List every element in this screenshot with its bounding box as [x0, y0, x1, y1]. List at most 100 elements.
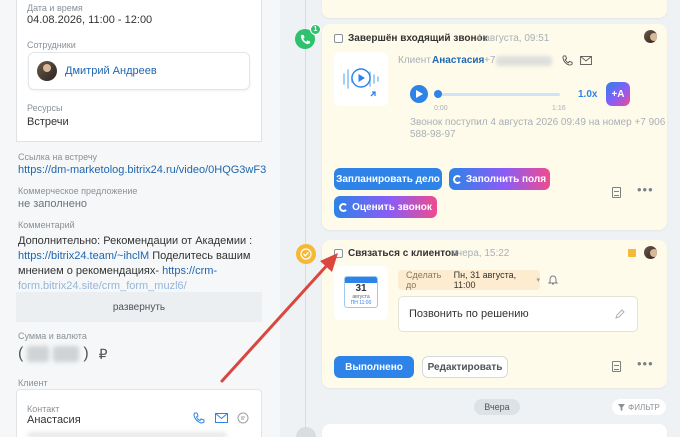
check-icon — [300, 248, 312, 260]
comment-text: Дополнительно: Рекомендации от Академии … — [18, 234, 268, 294]
booking-block: Дата и время 04.08.2026, 11:00 - 12:00 С… — [16, 0, 262, 142]
plan-activity-button[interactable]: Запланировать дело — [334, 168, 442, 190]
task-activity-card: Связаться с клиентом вчера, 15:22 31 авг… — [322, 240, 667, 388]
sum-amount-blurred — [27, 346, 50, 362]
employees-label: Сотрудники — [27, 40, 76, 50]
meeting-link[interactable]: https://dm-marketolog.bitrix24.ru/video/… — [18, 164, 266, 176]
mail-client-icon[interactable] — [580, 56, 592, 65]
comment-line: Дополнительно: Рекомендации от Академии … — [18, 235, 253, 247]
date-value: 04.08.2026, 11:00 - 12:00 — [27, 14, 153, 26]
paren-close-icon: ) — [83, 345, 89, 362]
progress-handle[interactable] — [434, 90, 442, 98]
task-description-field[interactable]: Позвонить по решению — [398, 296, 638, 332]
comment-label: Комментарий — [18, 220, 75, 230]
rate-call-label: Оценить звонок — [352, 201, 432, 213]
contact-details-blurred — [27, 432, 227, 437]
mail-icon[interactable] — [215, 413, 228, 423]
task-time: вчера, 15:22 — [452, 248, 510, 259]
date-label: Дата и время — [27, 3, 83, 13]
comment-link[interactable]: https://bitrix24.team/~ihclM — [18, 250, 149, 262]
fill-fields-label: Заполнить поля — [465, 173, 547, 185]
contact-label: Контакт — [27, 404, 60, 414]
sum-label: Сумма и валюта — [18, 331, 87, 341]
client-card: Контакт Анастасия — [16, 389, 262, 437]
calendar-day: 31 — [355, 283, 367, 294]
responsible-avatar[interactable] — [644, 30, 657, 43]
task-activity-icon — [296, 244, 316, 264]
comment-link[interactable]: https://crm- — [162, 265, 217, 277]
audio-wave-icon — [343, 68, 379, 97]
play-icon — [416, 90, 423, 98]
client-phone-blurred — [496, 56, 552, 66]
filter-icon — [618, 403, 626, 411]
filter-button[interactable]: ФИЛЬТР — [612, 399, 666, 415]
copilot-icon — [339, 202, 349, 212]
call-time: 4 августа, 09:51 — [476, 33, 550, 44]
progress-track[interactable] — [436, 93, 560, 96]
offer-value: не заполнено — [18, 198, 88, 210]
chat-icon[interactable] — [237, 412, 249, 424]
date-divider: Вчера — [474, 399, 520, 415]
edit-button[interactable]: Редактировать — [422, 356, 508, 378]
chevron-down-icon: ▾ — [536, 277, 540, 284]
sum-value: ( ) ₽ — [18, 345, 108, 363]
time-start: 0:00 — [434, 105, 448, 112]
call-info-line: Звонок поступил 4 августа 2026 09:49 на … — [410, 117, 666, 128]
task-checkbox[interactable] — [334, 249, 343, 258]
more-icon[interactable]: ••• — [637, 182, 654, 197]
time-end: 1:16 — [552, 105, 566, 112]
call-info-line: 588-98-97 — [410, 129, 456, 140]
calendar-thumbnail: 31 августа ПН 11:00 — [334, 266, 388, 320]
entity-details-panel: Дата и время 04.08.2026, 11:00 - 12:00 С… — [0, 0, 280, 437]
phone-icon[interactable] — [193, 412, 205, 424]
calendar-time: ПН 11:00 — [350, 300, 372, 306]
fill-fields-button[interactable]: Заполнить поля — [449, 168, 550, 190]
deadline-selector[interactable]: Сделать до Пн, 31 августа, 11:00 ▾ — [398, 270, 540, 290]
paren-open-icon: ( — [18, 345, 24, 362]
client-label: Клиент — [18, 378, 48, 388]
comment-text-part: Поделитесь вашим — [149, 250, 251, 262]
filter-label: ФИЛЬТР — [628, 402, 660, 412]
note-icon[interactable] — [612, 187, 621, 198]
audio-thumbnail — [334, 52, 388, 106]
client-phone-prefix: +7 — [484, 55, 496, 66]
call-count-badge: 1 — [310, 24, 321, 35]
offer-label: Коммерческое предложение — [18, 186, 138, 196]
more-icon[interactable]: ••• — [637, 356, 654, 371]
comment-line: мнением о рекомендациях- https://crm- — [18, 264, 268, 279]
task-title: Связаться с клиентом — [348, 248, 459, 259]
calendar-icon: 31 августа ПН 11:00 — [344, 276, 378, 308]
playback-speed[interactable]: 1.0x — [578, 89, 597, 100]
resources-label: Ресурсы — [27, 103, 63, 113]
previous-activity-card — [322, 0, 667, 18]
responsible-avatar[interactable] — [644, 246, 657, 259]
priority-flag[interactable] — [628, 249, 636, 257]
bell-icon[interactable] — [548, 275, 558, 285]
resources-value: Встречи — [27, 116, 69, 128]
deadline-prefix: Сделать до — [406, 270, 442, 290]
client-name-link[interactable]: Анастасия — [432, 55, 484, 66]
copilot-icon — [452, 174, 462, 184]
meeting-link-label: Ссылка на встречу — [18, 152, 98, 162]
next-activity-card — [322, 424, 667, 437]
rate-call-button[interactable]: Оценить звонок — [334, 196, 437, 218]
comment-line: https://bitrix24.team/~ihclM Поделитесь … — [18, 249, 268, 264]
expand-button[interactable]: развернуть — [16, 292, 262, 322]
employee-name[interactable]: Дмитрий Андреев — [65, 65, 157, 77]
note-icon[interactable] — [612, 361, 621, 372]
call-checkbox[interactable] — [334, 34, 343, 43]
call-client-icon[interactable] — [562, 55, 573, 66]
complete-button[interactable]: Выполнено — [334, 356, 414, 378]
contact-name[interactable]: Анастасия — [27, 414, 81, 426]
employee-avatar — [37, 61, 57, 81]
transcribe-button[interactable]: +A — [606, 82, 630, 106]
play-button[interactable] — [410, 85, 428, 103]
currency-sign: ₽ — [98, 345, 108, 362]
comment-text-part: мнением о рекомендациях- — [18, 265, 163, 277]
phone-incoming-icon — [300, 34, 310, 44]
call-activity-card: Завершён входящий звонок 4 августа, 09:5… — [322, 24, 667, 230]
employee-card[interactable]: Дмитрий Андреев — [28, 52, 250, 90]
timeline-line — [305, 0, 306, 437]
task-description: Позвонить по решению — [409, 308, 529, 320]
pencil-icon[interactable] — [615, 309, 625, 319]
